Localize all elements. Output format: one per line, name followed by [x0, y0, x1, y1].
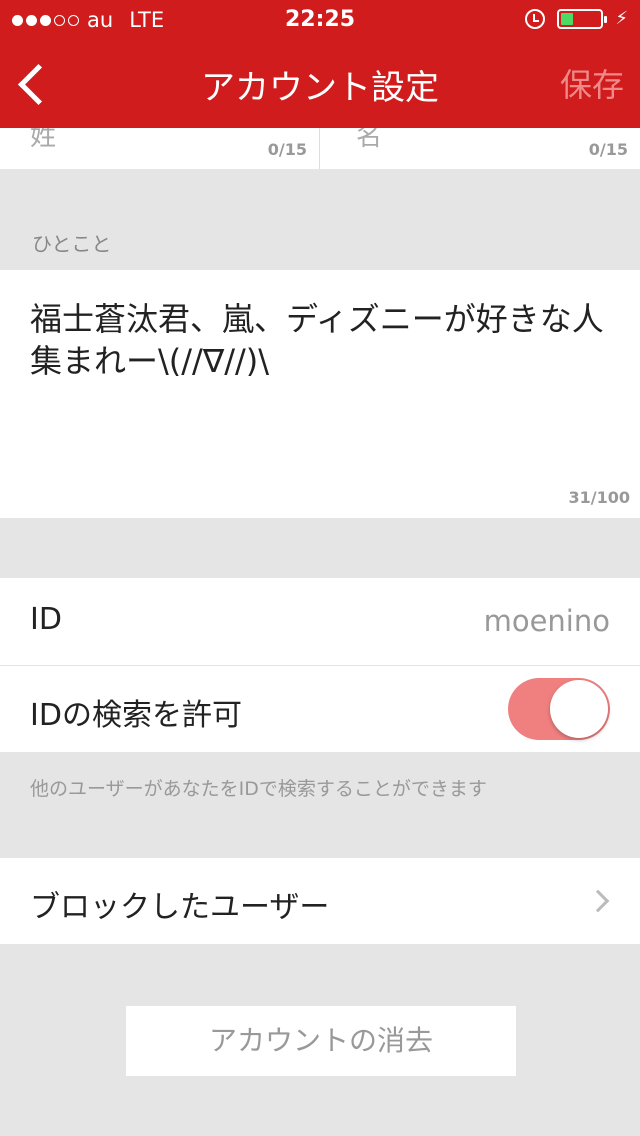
status-bar: au LTE 22:25 ⚡ [0, 0, 640, 40]
id-search-toggle[interactable] [508, 678, 610, 740]
bio-count: 31/100 [568, 488, 630, 507]
first-name-label: 名 [356, 128, 383, 152]
id-search-row: IDの検索を許可 [0, 666, 640, 752]
first-name-field[interactable]: 名 0/15 [320, 128, 640, 169]
page-title: アカウント設定 [201, 68, 439, 108]
first-name-count: 0/15 [588, 140, 628, 159]
battery-icon [557, 8, 608, 29]
header: au LTE 22:25 ⚡ アカウント設定 保存 [0, 0, 640, 128]
id-value: moenino [483, 604, 610, 638]
bio-text: 福士蒼汰君、嵐、ディズニーが好きな人集まれー\(//∇//)\ [30, 300, 604, 380]
battery-level [561, 12, 573, 25]
id-search-hint: 他のユーザーがあなたをIDで検索することができます [30, 778, 487, 800]
id-search-label: IDの検索を許可 [30, 698, 242, 733]
last-name-field[interactable]: 姓 0/15 [0, 128, 319, 169]
last-name-label: 姓 [30, 128, 57, 152]
id-label: ID [30, 602, 62, 637]
save-button[interactable]: 保存 [560, 60, 624, 106]
alarm-icon [525, 8, 546, 29]
chevron-right-icon [586, 889, 610, 913]
name-fields: 姓 0/15 名 0/15 [0, 128, 640, 169]
delete-account-button[interactable]: アカウントの消去 [126, 1006, 516, 1076]
bio-section-label: ひとこと [32, 232, 112, 256]
charging-icon: ⚡ [615, 8, 628, 29]
blocked-users-label: ブロックしたユーザー [30, 890, 330, 925]
bio-textarea[interactable]: 福士蒼汰君、嵐、ディズニーが好きな人集まれー\(//∇//)\ 31/100 [0, 270, 640, 518]
blocked-users-row[interactable]: ブロックしたユーザー [0, 858, 640, 944]
navigation-bar: アカウント設定 保存 [0, 40, 640, 128]
last-name-count: 0/15 [267, 140, 307, 159]
toggle-knob [550, 680, 608, 738]
id-row: ID moenino [0, 578, 640, 666]
